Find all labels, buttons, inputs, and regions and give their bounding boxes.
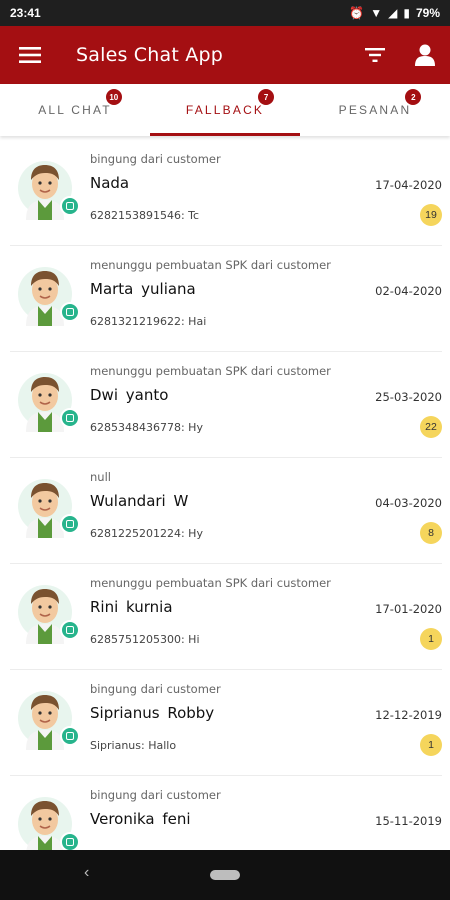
chat-date: 25-03-2020 — [375, 390, 442, 404]
message-preview: 6285751205300: Hi — [90, 633, 200, 646]
contact-name: Rini kurnia — [90, 598, 173, 616]
tab-all-chat[interactable]: ALL CHAT 10 — [0, 84, 150, 136]
chat-status: menunggu pembuatan SPK dari customer — [90, 258, 331, 272]
filter-button[interactable] — [350, 26, 400, 84]
profile-button[interactable] — [400, 26, 450, 84]
home-pill[interactable] — [210, 870, 240, 880]
chat-date: 02-04-2020 — [375, 284, 442, 298]
unread-count-badge: 8 — [420, 522, 442, 544]
status-icons: ⏰ ▼ ◢ ▮ 79% — [349, 6, 440, 20]
chat-date: 17-04-2020 — [375, 178, 442, 192]
tab-fallback-label: FALLBACK — [185, 103, 265, 117]
status-time: 23:41 — [10, 6, 41, 20]
contact-name: Nada — [90, 174, 130, 192]
avatar — [18, 156, 80, 220]
contact-name: Marta yuliana — [90, 280, 196, 298]
chat-status: bingung dari customer — [90, 152, 221, 166]
tab-label: FALLBACK 7 — [185, 89, 275, 117]
chat-list-item[interactable]: menunggu pembuatan SPK dari customer Mar… — [10, 246, 442, 352]
alarm-icon: ⏰ — [349, 6, 365, 20]
tab-bar: ALL CHAT 10 FALLBACK 7 PESANAN 2 — [0, 84, 450, 136]
contact-name: Veronika feni — [90, 810, 191, 828]
tab-fallback[interactable]: FALLBACK 7 — [150, 84, 300, 136]
message-preview: 6282153891546: Tc — [90, 209, 200, 222]
signal-icon: ◢ — [388, 6, 398, 20]
tab-label: ALL CHAT 10 — [38, 89, 122, 117]
system-nav-bar: ‹ — [0, 850, 450, 900]
tab-badge: 7 — [258, 89, 275, 105]
chat-status: bingung dari customer — [90, 682, 221, 696]
tab-all-chat-label: ALL CHAT — [38, 103, 112, 117]
unread-count-badge: 22 — [420, 416, 442, 438]
tab-badge: 2 — [405, 89, 422, 105]
chat-list-item[interactable]: bingung dari customer Nada 17-04-2020 62… — [10, 140, 442, 246]
avatar — [18, 368, 80, 432]
unread-count-badge: 1 — [420, 628, 442, 650]
chat-list-item[interactable]: menunggu pembuatan SPK dari customer Rin… — [10, 564, 442, 670]
chat-channel-icon — [60, 302, 80, 322]
tab-label: PESANAN 2 — [338, 89, 422, 117]
tab-pesanan[interactable]: PESANAN 2 — [300, 84, 450, 136]
filter-icon — [365, 48, 385, 62]
unread-count-badge: 19 — [420, 204, 442, 226]
unread-count-badge: 1 — [420, 734, 442, 756]
message-preview: 6281321219622: Hai — [90, 315, 207, 328]
chat-date: 17-01-2020 — [375, 602, 442, 616]
battery-icon: ▮ — [403, 6, 410, 20]
tab-pesanan-label: PESANAN — [338, 103, 412, 117]
wifi-icon: ▼ — [370, 6, 383, 20]
chat-date: 04-03-2020 — [375, 496, 442, 510]
battery-level: 79% — [415, 6, 440, 20]
chat-list-item[interactable]: null Wulandari W 04-03-2020 628122520122… — [10, 458, 442, 564]
chat-channel-icon — [60, 196, 80, 216]
message-preview: 6285348436778: Hy — [90, 421, 203, 434]
chat-status: bingung dari customer — [90, 788, 221, 802]
chat-list-item[interactable]: bingung dari customer Siprianus Robby 12… — [10, 670, 442, 776]
chat-list-item[interactable]: bingung dari customer Veronika feni 15-1… — [10, 776, 442, 850]
app-bar: Sales Chat App — [0, 26, 450, 84]
app-title: Sales Chat App — [76, 44, 223, 66]
status-bar: 23:41 ⏰ ▼ ◢ ▮ 79% — [0, 0, 450, 26]
chat-list-item[interactable]: menunggu pembuatan SPK dari customer Dwi… — [10, 352, 442, 458]
chat-list: bingung dari customer Nada 17-04-2020 62… — [0, 140, 450, 850]
avatar — [18, 792, 80, 850]
chat-channel-icon — [60, 726, 80, 746]
chat-channel-icon — [60, 514, 80, 534]
contact-name: Siprianus Robby — [90, 704, 215, 722]
chat-channel-icon — [60, 620, 80, 640]
contact-name: Wulandari W — [90, 492, 189, 510]
hamburger-icon — [19, 47, 41, 63]
tab-badge: 10 — [105, 89, 122, 105]
active-tab-indicator — [150, 133, 300, 136]
chat-status: menunggu pembuatan SPK dari customer — [90, 364, 331, 378]
account-icon — [415, 44, 435, 66]
chat-date: 15-11-2019 — [375, 814, 442, 828]
chat-status: null — [90, 470, 111, 484]
avatar — [18, 686, 80, 750]
chat-status: menunggu pembuatan SPK dari customer — [90, 576, 331, 590]
back-icon[interactable]: ‹ — [84, 864, 89, 882]
message-preview: Siprianus: Hallo — [90, 739, 177, 752]
contact-name: Dwi yanto — [90, 386, 169, 404]
chat-channel-icon — [60, 832, 80, 850]
menu-button[interactable] — [0, 26, 60, 84]
chat-date: 12-12-2019 — [375, 708, 442, 722]
avatar — [18, 474, 80, 538]
message-preview: 6281225201224: Hy — [90, 527, 203, 540]
chat-channel-icon — [60, 408, 80, 428]
avatar — [18, 580, 80, 644]
avatar — [18, 262, 80, 326]
